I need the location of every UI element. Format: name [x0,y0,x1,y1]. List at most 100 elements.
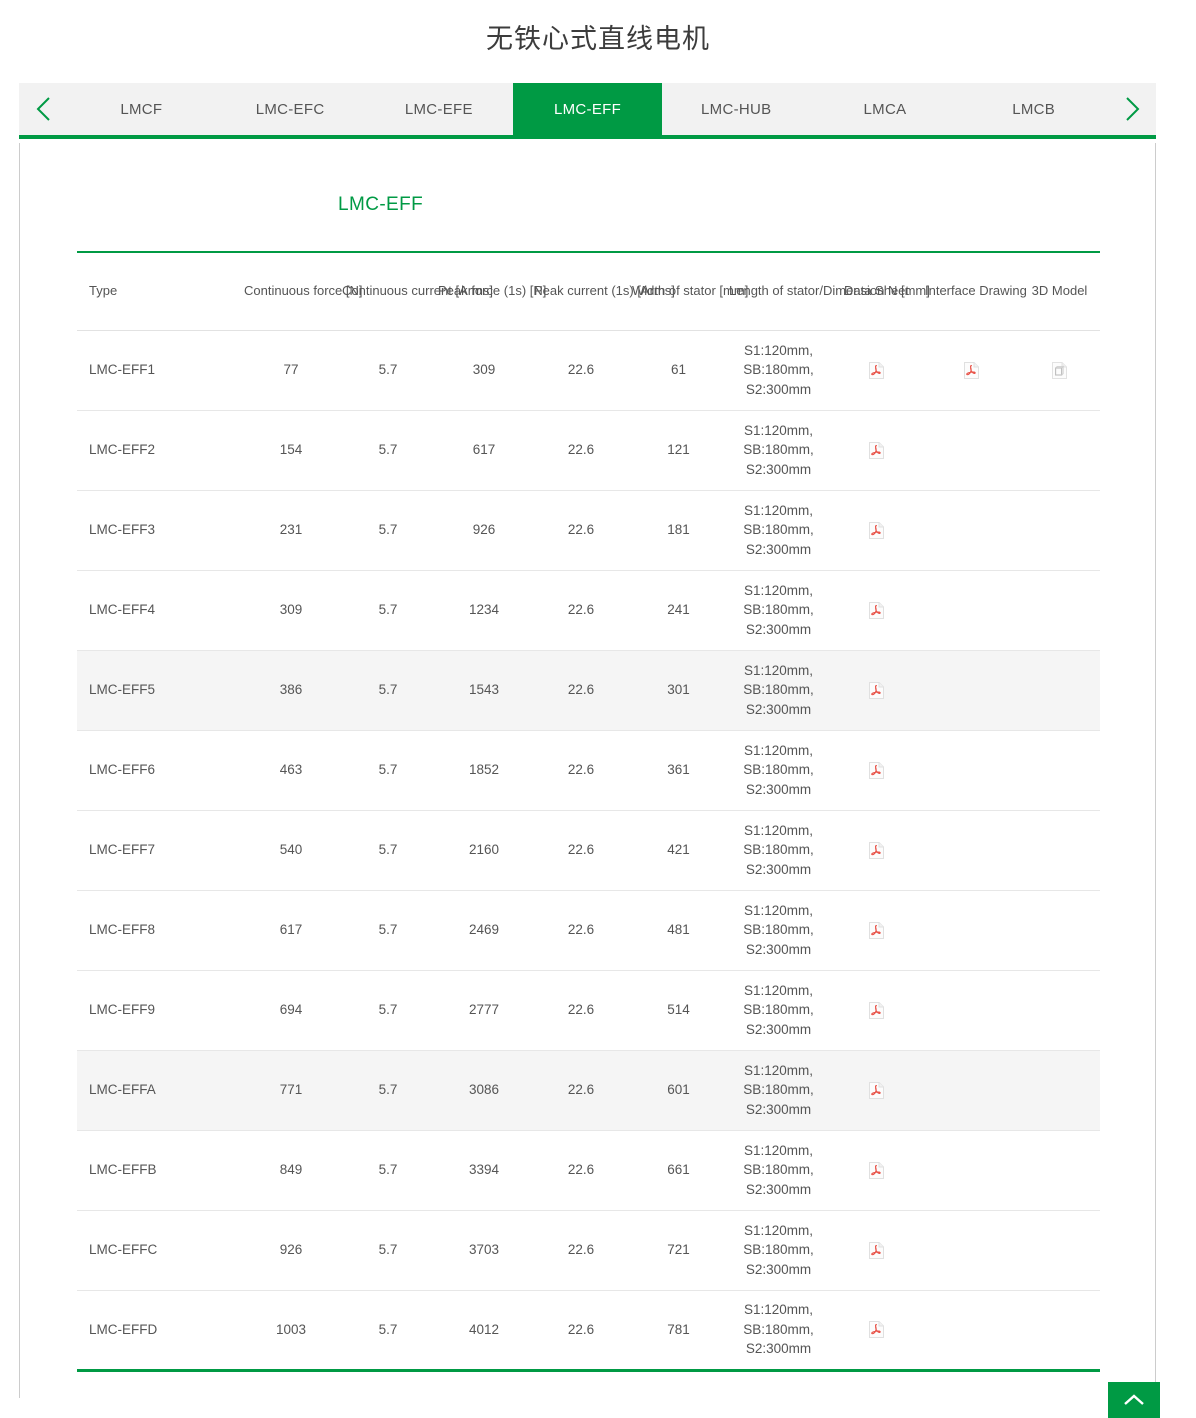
cell-3d-model [1019,570,1100,651]
cell-interface-drawing [923,650,1019,731]
product-series-tabbar: LMCF LMC-EFC LMC-EFE LMC-EFF LMC-HUB LMCA LMCB [19,83,1156,139]
tab-lmca[interactable]: LMCA [811,83,960,135]
pdf-file-icon [869,1241,884,1259]
cell-data-sheet[interactable] [830,970,923,1051]
cell-continuous-current: 5.7 [340,570,436,651]
section-title: LMC-EFF [338,194,424,215]
content-panel: LMC-EFF Type Continuous force [N] Contin… [19,143,1156,1398]
cell-data-sheet[interactable] [830,1130,923,1211]
cell-width-of-stator: 781 [630,1290,727,1372]
cell-3d-model [1019,1050,1100,1131]
cell-data-sheet[interactable] [830,1050,923,1131]
cell-peak-current: 22.6 [532,1130,630,1211]
tab-lmc-efc[interactable]: LMC-EFC [216,83,365,135]
table-row: LMC-EFF5 386 5.7 1543 22.6 301 S1:120mm, SB:18… [77,650,1100,731]
cell-3d-model [1019,890,1100,971]
cell-peak-force: 3394 [436,1130,532,1211]
cell-continuous-force: 849 [242,1130,340,1211]
cell-peak-current: 22.6 [532,330,630,411]
cell-3d-model [1019,810,1100,891]
chevron-up-icon [1124,1394,1144,1405]
col-header-width-of-stator: Width of stator [mm] [630,251,748,331]
cell-continuous-current: 5.7 [340,1130,436,1211]
cell-interface-drawing [923,1130,1019,1211]
cell-continuous-current: 5.7 [340,330,436,411]
cell-width-of-stator: 721 [630,1210,727,1291]
col-header-continuous-current: Continuous current [Arms] [340,251,493,331]
scroll-to-top-button[interactable] [1108,1382,1160,1418]
pdf-file-icon [869,1321,884,1339]
cell-data-sheet[interactable] [830,330,923,411]
page-root: 无铁心式直线电机 LMCF LMC-EFC LMC-EFE LMC-EFF LMC-HU… [0,0,1196,1418]
cell-peak-force: 2469 [436,890,532,971]
cell-width-of-stator: 301 [630,650,727,731]
cell-data-sheet[interactable] [830,1210,923,1291]
cell-3d-model[interactable] [1019,330,1100,411]
cell-type: LMC-EFFB [77,1130,242,1211]
tab-lmc-eff[interactable]: LMC-EFF [513,83,662,135]
cell-continuous-force: 463 [242,730,340,811]
cell-continuous-force: 540 [242,810,340,891]
cell-data-sheet[interactable] [830,410,923,491]
cell-interface-drawing [923,890,1019,971]
cell-width-of-stator: 181 [630,490,727,571]
tab-prev-arrow[interactable] [19,83,67,135]
table-row: LMC-EFF9 694 5.7 2777 22.6 514 S1:120mm, SB:18… [77,970,1100,1051]
cell-continuous-force: 386 [242,650,340,731]
cell-type: LMC-EFF1 [77,330,242,411]
table-row: LMC-EFF2 154 5.7 617 22.6 121 S1:120mm, SB:180… [77,410,1100,491]
col-header-peak-force: Peak force (1s) [N] [436,251,546,331]
cell-length-of-stator: S1:120mm, SB:180mm, S2:300mm [727,1210,830,1291]
cell-peak-force: 4012 [436,1290,532,1372]
cell-peak-current: 22.6 [532,1290,630,1372]
cell-interface-drawing [923,490,1019,571]
tab-lmc-hub[interactable]: LMC-HUB [662,83,811,135]
cell-width-of-stator: 481 [630,890,727,971]
pdf-file-icon [869,1161,884,1179]
cell-width-of-stator: 121 [630,410,727,491]
cell-type: LMC-EFFD [77,1290,242,1372]
tab-lmc-efe[interactable]: LMC-EFE [364,83,513,135]
pdf-file-icon [869,1081,884,1099]
cell-length-of-stator: S1:120mm, SB:180mm, S2:300mm [727,890,830,971]
chevron-left-icon [36,97,50,121]
tab-lmcb[interactable]: LMCB [959,83,1108,135]
cell-length-of-stator: S1:120mm, SB:180mm, S2:300mm [727,1050,830,1131]
cell-peak-current: 22.6 [532,570,630,651]
cell-length-of-stator: S1:120mm, SB:180mm, S2:300mm [727,490,830,571]
cell-length-of-stator: S1:120mm, SB:180mm, S2:300mm [727,970,830,1051]
tab-lmcf[interactable]: LMCF [67,83,216,135]
cell-peak-current: 22.6 [532,1050,630,1131]
cell-type: LMC-EFFC [77,1210,242,1291]
table-row: LMC-EFFC 926 5.7 3703 22.6 721 S1:120mm, SB:18… [77,1210,1100,1291]
cell-peak-current: 22.6 [532,1210,630,1291]
cell-continuous-force: 231 [242,490,340,571]
page-title: 无铁心式直线电机 [486,24,710,54]
cell-length-of-stator: S1:120mm, SB:180mm, S2:300mm [727,570,830,651]
cell-continuous-force: 154 [242,410,340,491]
cell-data-sheet[interactable] [830,570,923,651]
tab-label: LMCF [120,100,163,118]
cell-data-sheet[interactable] [830,490,923,571]
cell-length-of-stator: S1:120mm, SB:180mm, S2:300mm [727,650,830,731]
cell-data-sheet[interactable] [830,1290,923,1372]
cell-peak-force: 1234 [436,570,532,651]
cell-interface-drawing[interactable] [923,330,1019,411]
cell-peak-force: 3086 [436,1050,532,1131]
col-header-peak-current: Peak current (1s) [Arms] [532,251,675,331]
cell-data-sheet[interactable] [830,810,923,891]
cell-type: LMC-EFF3 [77,490,242,571]
cell-data-sheet[interactable] [830,650,923,731]
cell-data-sheet[interactable] [830,730,923,811]
cell-continuous-current: 5.7 [340,490,436,571]
tab-next-arrow[interactable] [1108,83,1156,135]
cell-type: LMC-EFF6 [77,730,242,811]
cell-type: LMC-EFF5 [77,650,242,731]
pdf-file-icon [963,361,979,379]
cell-data-sheet[interactable] [830,890,923,971]
cell-continuous-force: 309 [242,570,340,651]
spec-table-body: LMC-EFF1 77 5.7 309 22.6 61 S1:120mm, SB:180mm… [77,330,1100,1372]
cell-3d-model [1019,490,1100,571]
table-header-row: Type Continuous force [N] Continuous cur… [77,251,1100,331]
cell-width-of-stator: 241 [630,570,727,651]
